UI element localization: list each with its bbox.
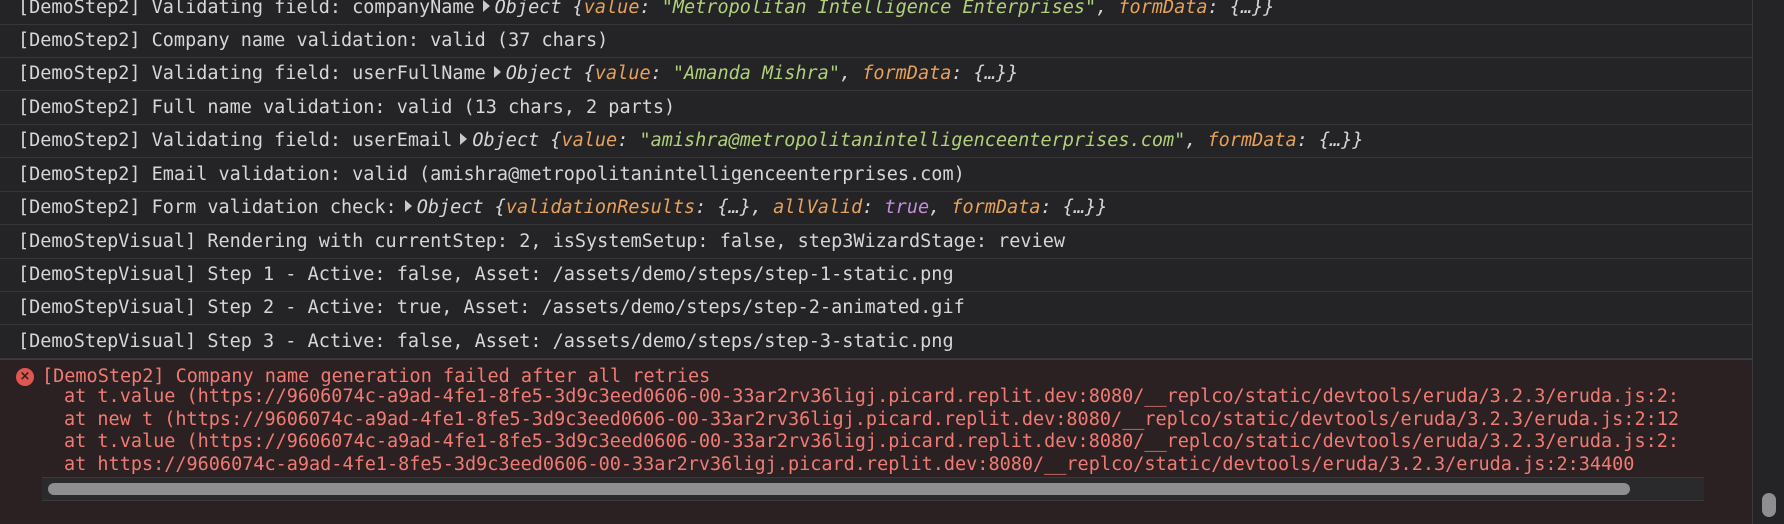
object-value: true <box>884 197 930 218</box>
object-value: {…} <box>717 197 751 218</box>
log-message: [DemoStep2] Validating field: userFullNa… <box>18 63 486 84</box>
horizontal-scrollbar-thumb[interactable] <box>48 483 1630 495</box>
object-key: allValid <box>773 197 863 218</box>
stack-trace-line[interactable]: at t.value (https://9606074c-a9ad-4fe1-8… <box>64 386 1704 408</box>
log-entry[interactable]: [DemoStepVisual] Step 1 - Active: false,… <box>0 259 1752 292</box>
object-value: "amishra@metropolitanintelligenceenterpr… <box>639 130 1186 151</box>
log-message: [DemoStepVisual] Rendering with currentS… <box>18 231 1065 252</box>
vertical-scrollbar-thumb[interactable] <box>1762 493 1776 517</box>
log-message: [DemoStep2] Form validation check: <box>18 197 397 218</box>
object-value: {…} <box>1318 130 1353 151</box>
log-message: [DemoStep2] Validating field: userEmail <box>18 130 453 151</box>
expand-triangle-icon[interactable] <box>460 133 468 145</box>
object-key: formData <box>951 197 1041 218</box>
devtools-console: [DemoStepVisual] Step 3 - Active: false,… <box>0 0 1752 524</box>
stack-trace-line[interactable]: at t.value (https://9606074c-a9ad-4fe1-8… <box>64 431 1704 453</box>
log-entry[interactable]: [DemoStep2] Form validation check: Object… <box>0 192 1752 225</box>
log-message: [DemoStep2] Full name validation: valid … <box>18 97 676 118</box>
vertical-scrollbar[interactable] <box>1752 0 1784 524</box>
expand-triangle-icon[interactable] <box>493 66 501 78</box>
object-value: {…} <box>1229 0 1264 18</box>
object-label[interactable]: Object <box>495 0 562 18</box>
expand-triangle-icon[interactable] <box>404 200 412 212</box>
log-entry[interactable]: [DemoStep2] Validating field: userEmail O… <box>0 125 1752 158</box>
stack-trace-line[interactable]: at new t (https://9606074c-a9ad-4fe1-8fe… <box>64 409 1704 431</box>
stack-trace-line[interactable]: at https://9606074c-a9ad-4fe1-8fe5-3d9c3… <box>64 454 1704 476</box>
log-entry[interactable]: [DemoStepVisual] Step 2 - Active: true, … <box>0 292 1752 325</box>
log-entry[interactable]: [DemoStep2] Company name validation: val… <box>0 25 1752 58</box>
object-value: "Amanda Mishra" <box>672 63 840 84</box>
object-key: formData <box>1207 130 1297 151</box>
log-message: [DemoStepVisual] Step 3 - Active: false,… <box>18 331 954 352</box>
object-key: formData <box>1118 0 1208 18</box>
expand-triangle-icon[interactable] <box>482 0 490 12</box>
log-message: [DemoStepVisual] Step 1 - Active: false,… <box>18 264 954 285</box>
object-key: value <box>561 130 618 151</box>
log-entry[interactable]: [DemoStepVisual] Rendering with currentS… <box>0 226 1752 259</box>
object-value: {…} <box>1062 197 1097 218</box>
object-label[interactable]: Object <box>506 63 573 84</box>
object-value: {…} <box>973 63 1008 84</box>
object-label[interactable]: Object <box>472 130 539 151</box>
log-message: [DemoStep2] Email validation: valid (ami… <box>18 164 965 185</box>
object-key: validationResults <box>505 197 696 218</box>
object-key: value <box>583 0 640 18</box>
log-message: [DemoStep2] Company name validation: val… <box>18 30 609 51</box>
log-entry[interactable]: [DemoStep2] Email validation: valid (ami… <box>0 159 1752 192</box>
object-value: "Metropolitan Intelligence Enterprises" <box>661 0 1097 18</box>
log-entry[interactable]: [DemoStep2] Validating field: companyNam… <box>0 0 1752 25</box>
log-entry[interactable]: [DemoStepVisual] Step 3 - Active: false,… <box>0 326 1752 359</box>
error-log-entry[interactable]: × [DemoStep2] Company name generation fa… <box>0 359 1752 524</box>
object-key: value <box>594 63 651 84</box>
horizontal-scrollbar[interactable] <box>42 477 1704 501</box>
object-label[interactable]: Object <box>417 197 484 218</box>
log-entry[interactable]: [DemoStep2] Full name validation: valid … <box>0 92 1752 125</box>
object-key: formData <box>862 63 952 84</box>
error-circle-icon: × <box>16 368 34 386</box>
log-entry[interactable]: [DemoStep2] Validating field: userFullNa… <box>0 58 1752 91</box>
log-message: [DemoStep2] Validating field: companyNam… <box>18 0 475 18</box>
log-message: [DemoStepVisual] Step 2 - Active: true, … <box>18 297 965 318</box>
